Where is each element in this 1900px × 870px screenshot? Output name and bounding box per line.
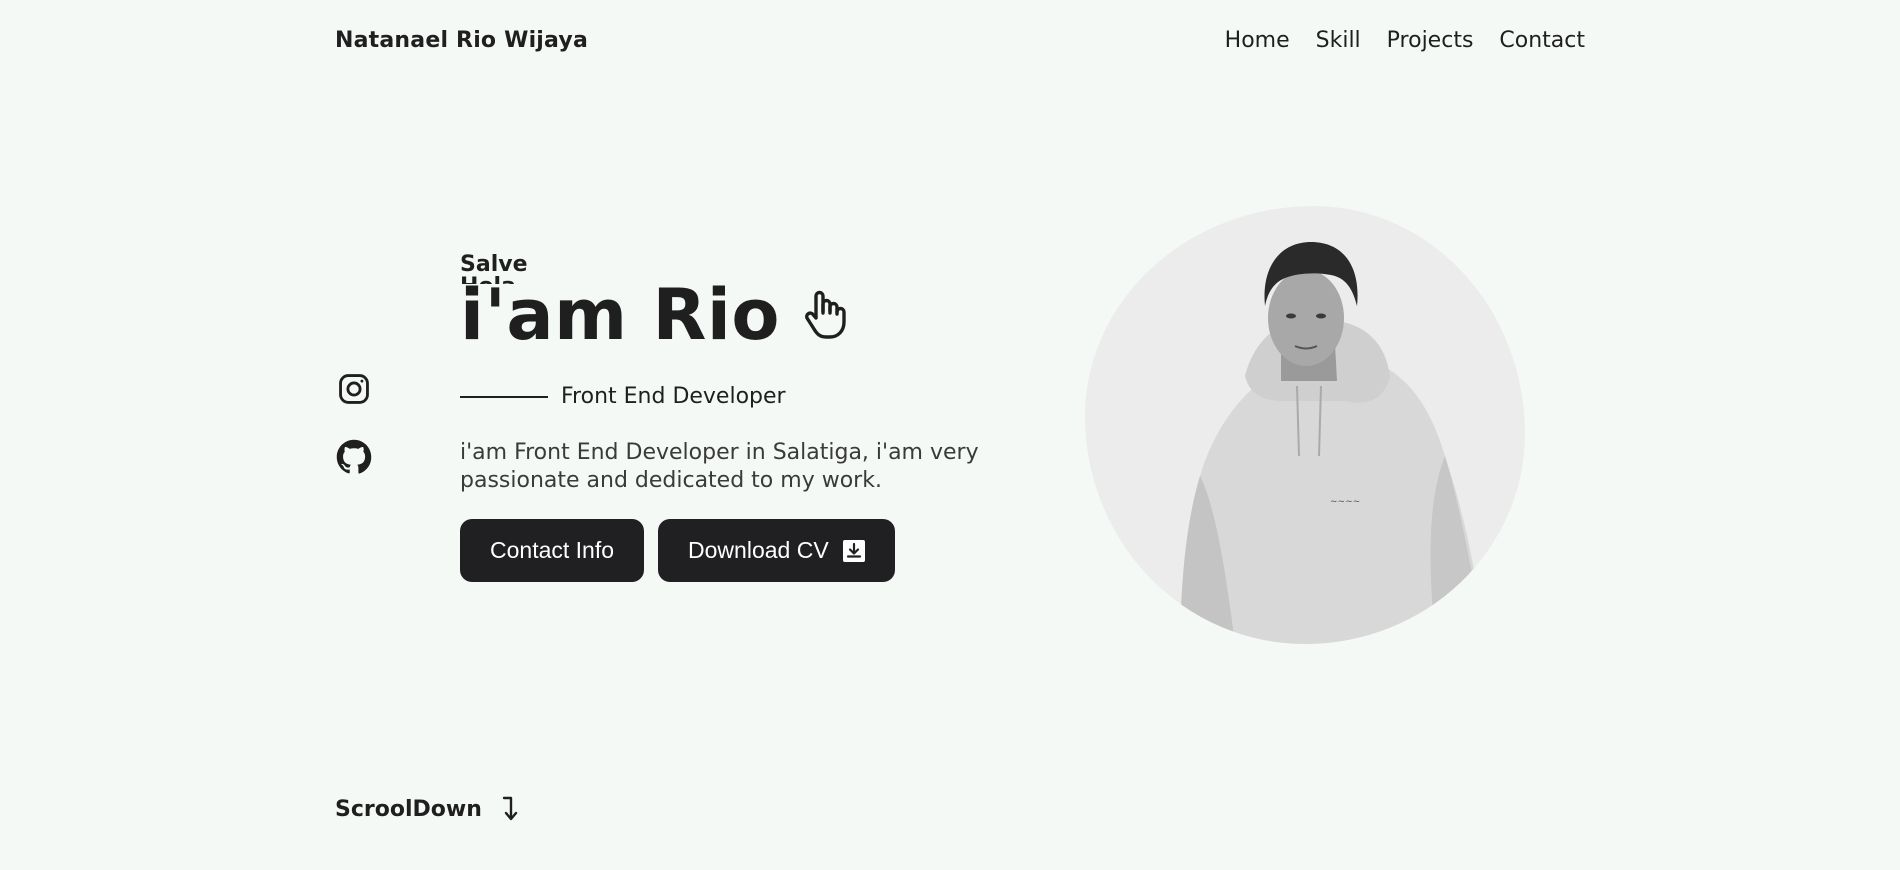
nav-skill[interactable]: Skill (1316, 28, 1361, 53)
subtitle-row: Front End Developer (460, 384, 1020, 409)
arrow-down-icon (500, 796, 518, 822)
greeting-word: Hola (460, 276, 528, 285)
nav-home[interactable]: Home (1225, 28, 1290, 53)
download-icon (842, 539, 865, 562)
hand-pointer-icon (802, 289, 850, 341)
scroll-down-link[interactable]: ScroolDown (335, 796, 518, 822)
hero-actions: Contact Info Download CV (460, 519, 1020, 582)
hero-title-row: i'am Rio (460, 280, 1020, 350)
hero-section: Salve Hola i'am Rio Front End Developer … (460, 252, 1020, 582)
subtitle-divider (460, 395, 548, 398)
github-icon[interactable] (335, 438, 373, 476)
portfolio-page: Natanael Rio Wijaya Home Skill Projects … (0, 0, 1900, 870)
nav-projects[interactable]: Projects (1387, 28, 1474, 53)
contact-info-label: Contact Info (490, 537, 615, 563)
hero-description: i'am Front End Developer in Salatiga, i'… (460, 440, 979, 493)
scroll-down-label: ScroolDown (335, 796, 482, 822)
contact-info-button[interactable]: Contact Info (460, 519, 645, 582)
greeting-word: Salve (460, 252, 528, 277)
hero-subtitle: Front End Developer (561, 384, 786, 409)
profile-photo: ~~~~ (1085, 206, 1525, 644)
site-header: Natanael Rio Wijaya Home Skill Projects … (335, 24, 1585, 56)
hero-title: i'am Rio (460, 274, 780, 356)
download-cv-label: Download CV (688, 537, 829, 563)
svg-text:~~~~: ~~~~ (1330, 497, 1360, 507)
main-nav: Home Skill Projects Contact (1225, 28, 1585, 53)
download-cv-button[interactable]: Download CV (658, 519, 895, 582)
greeting-rotator: Salve Hola (460, 252, 1020, 285)
nav-contact[interactable]: Contact (1499, 28, 1585, 53)
site-brand[interactable]: Natanael Rio Wijaya (335, 28, 588, 53)
instagram-icon[interactable] (335, 370, 373, 408)
